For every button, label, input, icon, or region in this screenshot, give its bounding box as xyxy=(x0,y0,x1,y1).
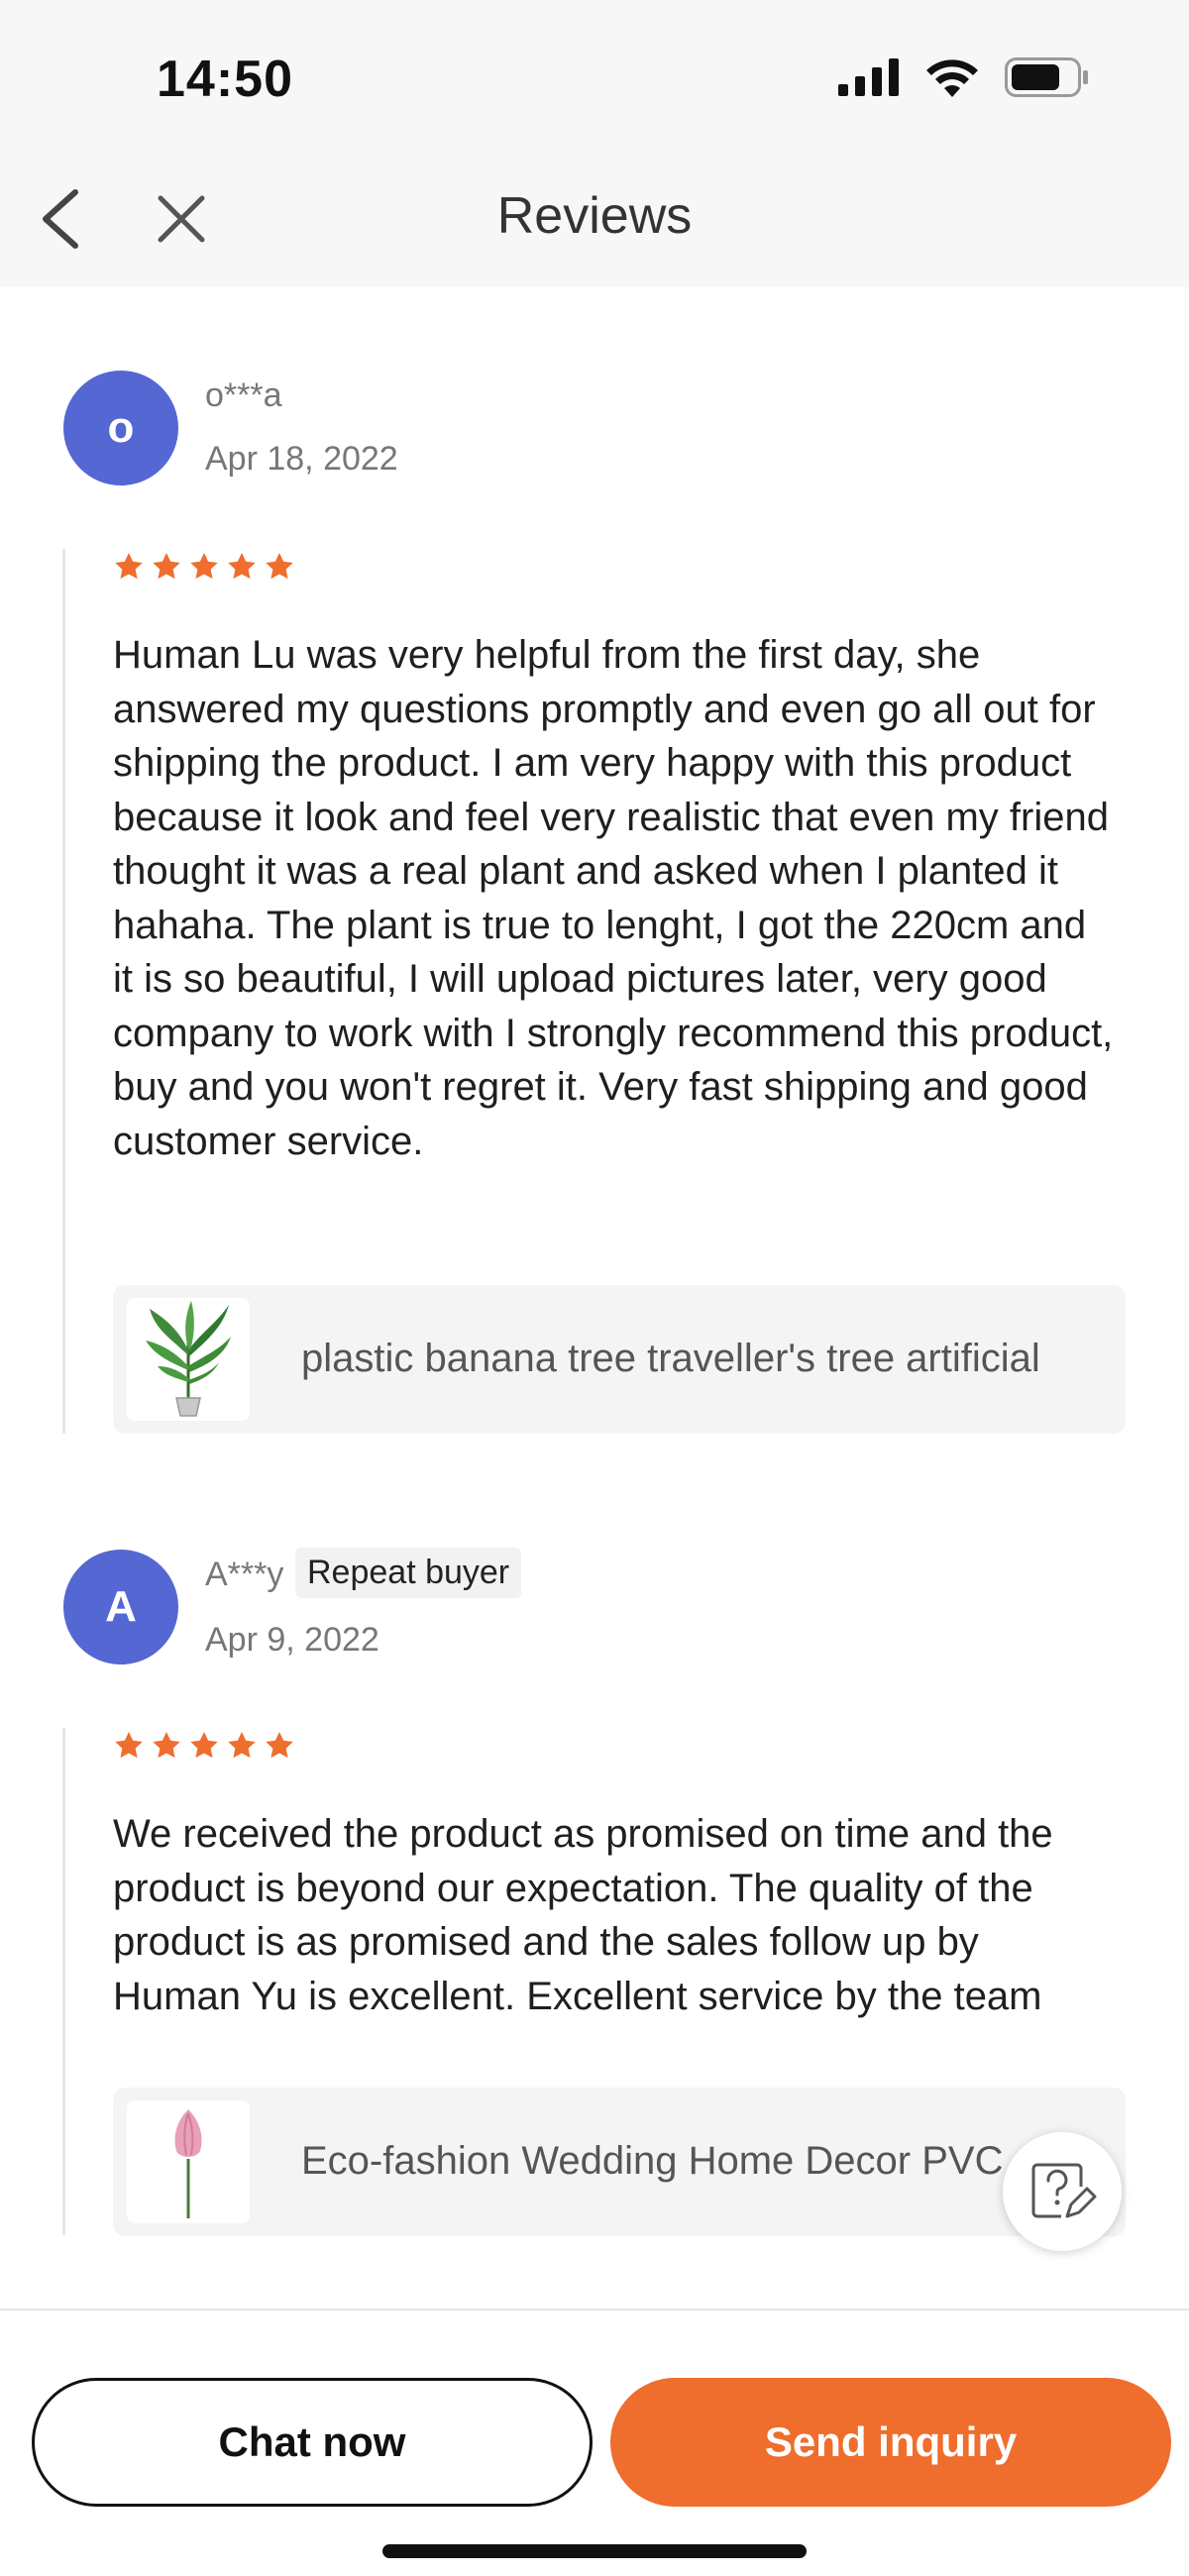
chat-now-button[interactable]: Chat now xyxy=(32,2378,593,2507)
signal-icon xyxy=(838,58,899,96)
reviewer-name: o***a xyxy=(205,376,282,414)
review-date: Apr 9, 2022 xyxy=(205,1621,379,1659)
star-icon xyxy=(115,1732,143,1759)
review-text: Human Lu was very helpful from the first… xyxy=(113,633,1114,1163)
star-icon xyxy=(266,553,293,580)
nav-bar: Reviews xyxy=(0,149,1189,287)
battery-icon xyxy=(1005,57,1088,97)
home-indicator xyxy=(382,2544,807,2558)
status-bar: 14:50 xyxy=(0,0,1189,149)
review-divider-line xyxy=(62,549,65,1434)
avatar: o xyxy=(63,371,178,485)
product-card[interactable]: Eco-fashion Wedding Home Decor PVC xyxy=(113,2088,1126,2236)
star-icon xyxy=(190,1732,218,1759)
help-button[interactable] xyxy=(1003,2132,1122,2251)
product-card[interactable]: plastic banana tree traveller's tree art… xyxy=(113,1285,1126,1434)
wifi-icon xyxy=(926,59,978,97)
page-title: Reviews xyxy=(496,187,693,245)
status-icons xyxy=(838,57,1090,97)
product-title: Eco-fashion Wedding Home Decor PVC xyxy=(301,2139,1004,2183)
avatar: A xyxy=(63,1550,178,1664)
product-title: plastic banana tree traveller's tree art… xyxy=(301,1337,1040,1380)
product-thumbnail xyxy=(127,2100,250,2223)
star-icon xyxy=(228,1732,256,1759)
repeat-buyer-badge: Repeat buyer xyxy=(295,1548,522,1598)
star-rating xyxy=(113,551,295,583)
review-date: Apr 18, 2022 xyxy=(205,440,398,478)
review-divider-line xyxy=(62,1728,65,2235)
star-icon xyxy=(228,553,256,580)
send-inquiry-button[interactable]: Send inquiry xyxy=(610,2378,1171,2507)
star-rating xyxy=(113,1730,295,1762)
star-icon xyxy=(153,553,180,580)
reviewer-name: A***y xyxy=(205,1556,284,1593)
product-thumbnail xyxy=(127,1298,250,1421)
status-time: 14:50 xyxy=(157,51,293,108)
bottom-action-bar: Chat now Send inquiry xyxy=(0,2308,1189,2576)
lotus-flower-icon xyxy=(174,2109,202,2218)
star-icon xyxy=(115,553,143,580)
banana-tree-plant-icon xyxy=(146,1301,231,1417)
star-icon xyxy=(153,1732,180,1759)
question-edit-icon xyxy=(1031,2163,1097,2218)
star-icon xyxy=(190,553,218,580)
review-text: We received the product as promised on t… xyxy=(113,1812,1053,2018)
star-icon xyxy=(266,1732,293,1759)
